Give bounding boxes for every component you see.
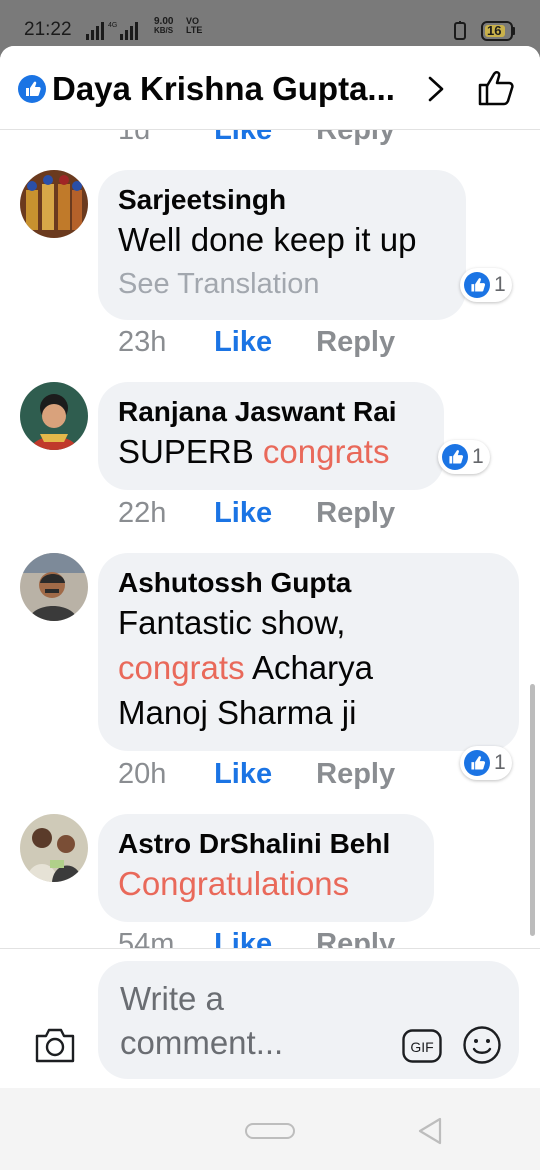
thumbs-up-icon[interactable] <box>476 68 516 108</box>
avatar[interactable] <box>20 382 88 450</box>
reaction-badge[interactable]: 1 <box>438 440 490 474</box>
like-reaction-icon <box>442 444 468 470</box>
gif-icon[interactable]: GIF <box>402 1029 442 1063</box>
comment-bubble[interactable]: Ranjana Jaswant Rai SUPERB congrats <box>98 382 444 490</box>
highlighted-word: congrats <box>118 649 245 686</box>
signal-icon: 4G <box>86 22 138 40</box>
battery-icon <box>454 21 515 41</box>
comment-author[interactable]: Sarjeetsingh <box>118 183 444 217</box>
status-bar: 21:22 4G 9.00 KB/S VO LTE 16 <box>0 0 540 48</box>
highlighted-word: congrats <box>262 433 390 470</box>
comment-text: congrats Acharya <box>118 649 373 686</box>
like-reaction-icon <box>464 272 490 298</box>
comments-sheet: Daya Krishna Gupta... 1d Like Reply Sarj… <box>0 46 540 1170</box>
reply-button[interactable]: Reply <box>316 758 395 791</box>
avatar[interactable] <box>20 170 88 238</box>
svg-text:4G: 4G <box>108 22 117 29</box>
reaction-count: 1 <box>494 273 506 296</box>
reaction-badge[interactable]: 1 <box>460 268 512 302</box>
comment-time: 20h <box>118 758 167 790</box>
comment-author[interactable]: Astro DrShalini Behl <box>118 827 412 861</box>
comment-input-placeholder[interactable]: Write a comment... <box>120 977 360 1065</box>
system-nav-bar <box>0 1088 540 1170</box>
avatar[interactable] <box>20 553 88 621</box>
comment-time: 23h <box>118 326 167 358</box>
avatar[interactable] <box>20 814 88 882</box>
comment-text: SUPERB congrats <box>118 433 390 470</box>
comment-actions: 23h Like Reply <box>118 326 395 359</box>
comment-actions: 22h Like Reply <box>118 497 395 530</box>
net-speed: 9.00 KB/S <box>154 16 174 36</box>
svg-text:GIF: GIF <box>410 1039 433 1055</box>
comment-text: Congratulations <box>118 865 350 902</box>
comment-text: Manoj Sharma ji <box>118 694 357 731</box>
home-button[interactable] <box>245 1123 295 1139</box>
post-author-title[interactable]: Daya Krishna Gupta... <box>52 70 395 108</box>
comment-author[interactable]: Ashutossh Gupta <box>118 566 497 600</box>
comment-composer: Write a comment... GIF <box>0 948 540 1088</box>
post-header[interactable]: Daya Krishna Gupta... <box>0 46 540 130</box>
comment-author[interactable]: Ranjana Jaswant Rai <box>118 395 422 429</box>
battery-level: 16 <box>487 23 502 38</box>
scrollbar[interactable] <box>530 684 535 936</box>
comment-bubble[interactable]: Sarjeetsingh Well done keep it up See Tr… <box>98 170 466 320</box>
like-button[interactable]: Like <box>214 758 308 791</box>
comment-actions: 20h Like Reply <box>118 758 395 791</box>
comment-time: 22h <box>118 497 167 529</box>
reaction-badge[interactable]: 1 <box>460 746 512 780</box>
emoji-icon[interactable] <box>462 1025 502 1065</box>
comment-text: Well done keep it up <box>118 221 417 258</box>
reply-button[interactable]: Reply <box>316 497 395 530</box>
camera-icon[interactable] <box>34 1026 76 1064</box>
see-translation-link[interactable]: See Translation <box>118 264 444 304</box>
reply-button[interactable]: Reply <box>316 326 395 359</box>
like-button[interactable]: Like <box>214 497 308 530</box>
like-reaction-icon <box>464 750 490 776</box>
reaction-count: 1 <box>494 751 506 774</box>
reaction-count: 1 <box>472 445 484 468</box>
chevron-right-icon[interactable] <box>424 74 448 104</box>
comment-bubble[interactable]: Ashutossh Gupta Fantastic show, congrats… <box>98 553 519 751</box>
status-time: 21:22 <box>24 19 72 40</box>
like-button[interactable]: Like <box>214 326 308 359</box>
comment-text: Fantastic show, <box>118 604 346 641</box>
network-type: VO LTE <box>186 16 203 35</box>
back-icon[interactable] <box>416 1116 444 1146</box>
comment-bubble[interactable]: Astro DrShalini Behl Congratulations <box>98 814 434 922</box>
like-reaction-icon <box>18 75 46 103</box>
